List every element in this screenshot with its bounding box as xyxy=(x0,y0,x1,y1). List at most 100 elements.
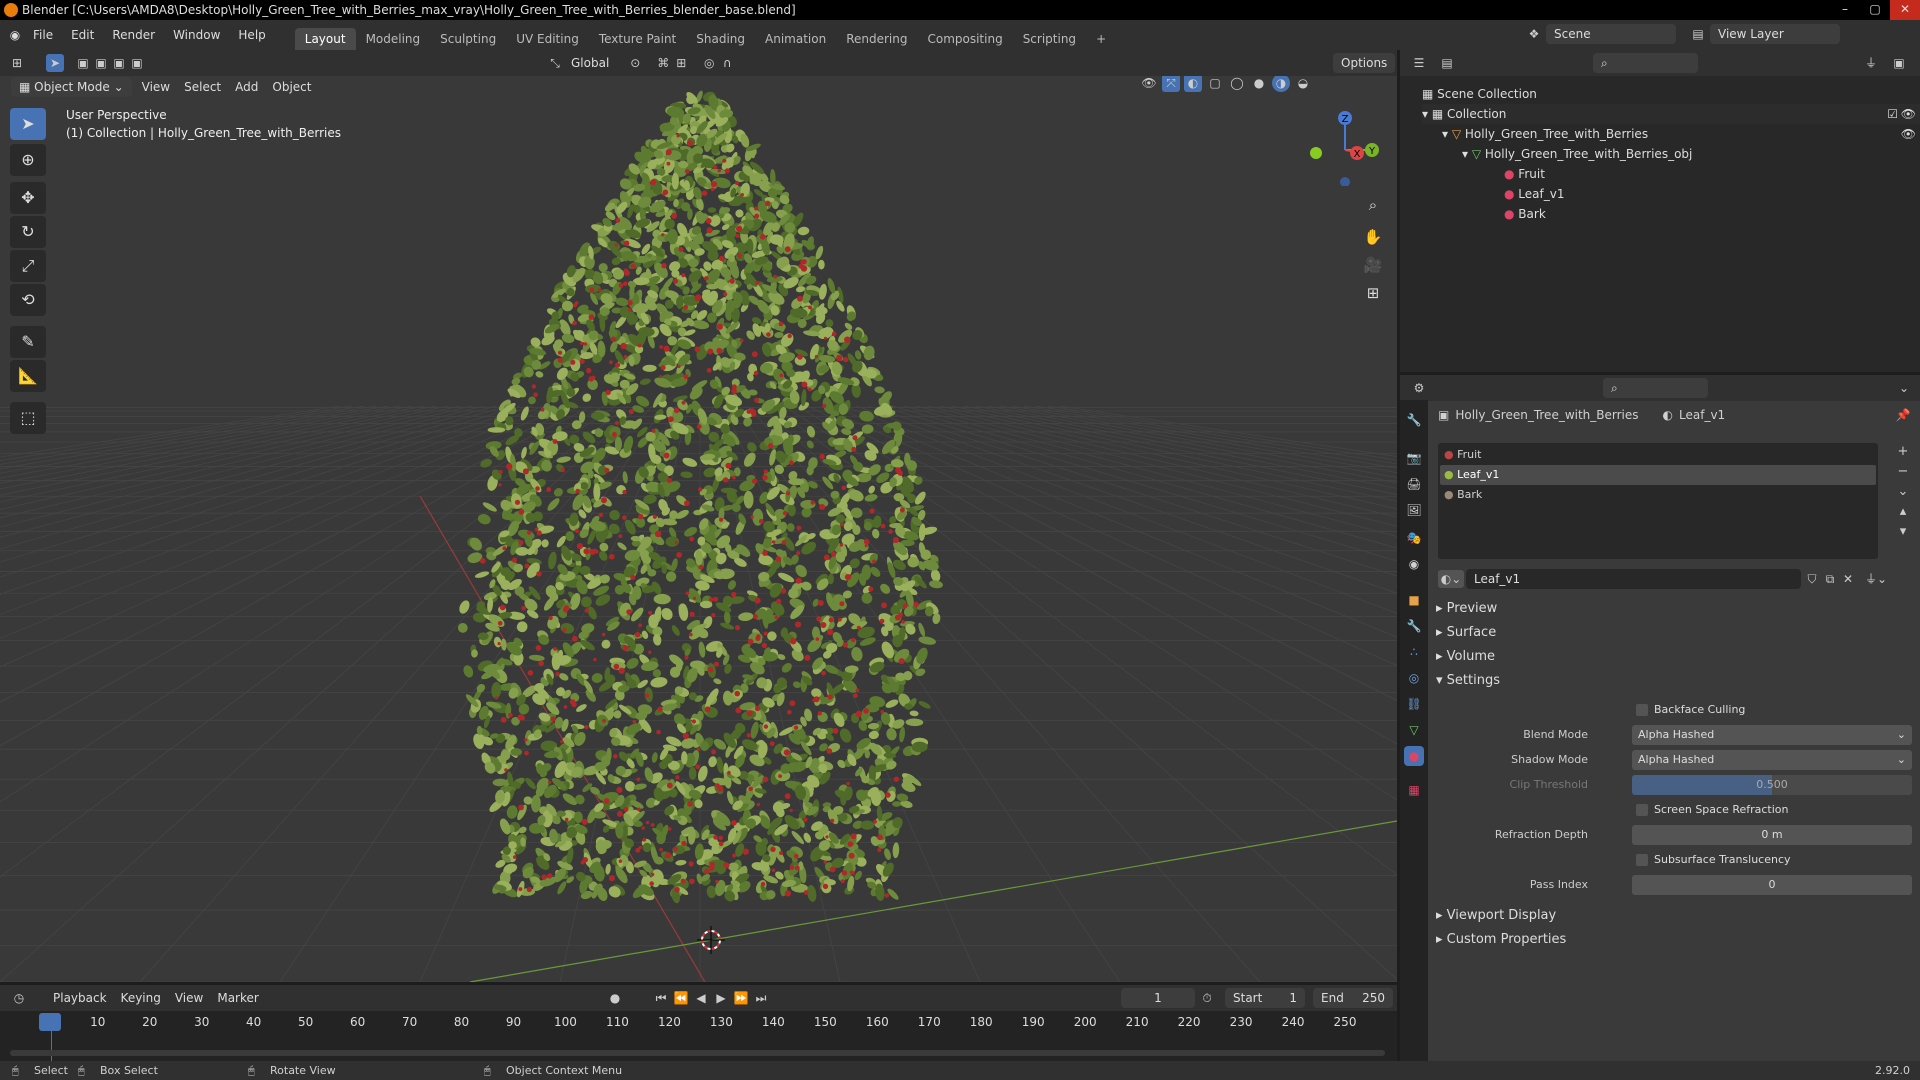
options-dropdown[interactable]: Options xyxy=(1333,53,1396,73)
modifier-tab-icon[interactable]: 🔧 xyxy=(1404,616,1424,636)
panel-surface[interactable]: ▸ Surface xyxy=(1436,622,1496,644)
view-layer-selector[interactable]: View Layer xyxy=(1710,24,1840,44)
add-workspace-button[interactable]: + xyxy=(1086,28,1116,50)
timeline-menu-keying[interactable]: Keying xyxy=(114,988,168,1008)
camera-view-icon[interactable]: 🎥 xyxy=(1360,252,1386,278)
panel-custom-properties[interactable]: ▸ Custom Properties xyxy=(1436,929,1566,951)
object-visibility-icon[interactable]: 👁 xyxy=(1901,124,1916,144)
slot-specials-icon[interactable]: ⌄ xyxy=(1894,483,1912,501)
viewport-menu-select[interactable]: Select xyxy=(177,77,228,97)
tab-compositing[interactable]: Compositing xyxy=(917,28,1012,50)
pivot-point-icon[interactable]: ⊙ xyxy=(626,54,644,72)
remove-slot-icon[interactable]: − xyxy=(1894,463,1912,481)
rotate-tool[interactable]: ↻ xyxy=(10,216,46,248)
ortho-toggle-icon[interactable]: ⊞ xyxy=(1360,280,1386,306)
menu-file[interactable]: File xyxy=(24,20,62,50)
zoom-view-icon[interactable]: ⌕ xyxy=(1360,192,1386,218)
physics-tab-icon[interactable]: ◎ xyxy=(1404,668,1424,688)
prev-keyframe-icon[interactable]: ⏪ xyxy=(672,989,690,1007)
pan-view-icon[interactable]: ✋ xyxy=(1360,224,1386,250)
play-icon[interactable]: ▶ xyxy=(712,989,730,1007)
tab-texture-paint[interactable]: Texture Paint xyxy=(589,28,686,50)
add-cube-tool[interactable]: ⬚ xyxy=(10,402,46,434)
rendered-shading-icon[interactable]: ◒ xyxy=(1294,76,1312,92)
pin-icon[interactable]: 📌 xyxy=(1894,406,1912,424)
properties-editor-icon[interactable]: ⚙ xyxy=(1410,379,1428,397)
proportional-edit-icon[interactable]: ◎ xyxy=(700,54,718,72)
move-tool[interactable]: ✥ xyxy=(10,182,46,214)
properties-search-input[interactable]: ⌕ xyxy=(1603,378,1708,398)
outliner-search-input[interactable]: ⌕ xyxy=(1593,53,1698,73)
navigation-gizmo[interactable]: Z Y X xyxy=(1300,106,1380,186)
timeline-scrollbar[interactable] xyxy=(10,1050,1385,1056)
close-button[interactable]: ✕ xyxy=(1890,0,1920,20)
unlink-material-icon[interactable]: ✕ xyxy=(1839,570,1857,588)
scene-tab-icon[interactable]: 🎭 xyxy=(1404,528,1424,548)
outliner-row-mesh[interactable]: ▾ ▽ Holly_Green_Tree_with_Berries_obj xyxy=(1462,144,1692,164)
selection-mode-subtract-icon[interactable]: ▣ xyxy=(110,54,128,72)
render-tab-icon[interactable]: 📷 xyxy=(1404,448,1424,468)
object-tab-icon[interactable]: ■ xyxy=(1404,590,1424,610)
material-shading-icon[interactable]: ◑ xyxy=(1272,76,1290,92)
preview-range-icon[interactable]: ⏱ xyxy=(1198,989,1216,1007)
maximize-button[interactable]: ▢ xyxy=(1860,0,1890,20)
subsurface-translucency-checkbox[interactable]: Subsurface Translucency xyxy=(1636,850,1791,870)
outliner-row-material-bark[interactable]: ● Bark xyxy=(1504,204,1546,224)
collection-checkbox-icon[interactable]: ☑ xyxy=(1887,104,1898,124)
timeline-editor-icon[interactable]: ◷ xyxy=(10,989,28,1007)
screen-space-refraction-checkbox[interactable]: Screen Space Refraction xyxy=(1636,800,1789,820)
clip-threshold-slider[interactable]: 0.500 xyxy=(1632,775,1912,795)
jump-end-icon[interactable]: ⏭ xyxy=(752,989,770,1007)
outliner-editor-icon[interactable]: ☰ xyxy=(1410,54,1428,72)
add-slot-icon[interactable]: + xyxy=(1894,443,1912,461)
browse-material-icon[interactable]: ◐⌄ xyxy=(1438,570,1464,588)
panel-settings[interactable]: ▾ Settings xyxy=(1436,670,1500,692)
viewport-menu-view[interactable]: View xyxy=(135,77,177,97)
refraction-depth-field[interactable]: 0 m xyxy=(1632,825,1912,845)
select-tool-icon[interactable]: ➤ xyxy=(46,54,64,72)
material-name-field[interactable]: Leaf_v1 xyxy=(1466,569,1801,589)
3d-viewport[interactable]: ▦ Object Mode ⌄ View Select Add Object 👁… xyxy=(0,76,1397,982)
tab-modeling[interactable]: Modeling xyxy=(356,28,431,50)
selection-mode-invert-icon[interactable]: ▣ xyxy=(128,54,146,72)
panel-volume[interactable]: ▸ Volume xyxy=(1436,646,1495,668)
list-item[interactable]: ● Leaf_v1 xyxy=(1440,465,1876,485)
output-tab-icon[interactable]: 🖨 xyxy=(1404,474,1424,494)
collection-visibility-icon[interactable]: 👁 xyxy=(1901,104,1916,124)
duplicate-material-icon[interactable]: ⧉ xyxy=(1821,570,1839,588)
play-reverse-icon[interactable]: ◀ xyxy=(692,989,710,1007)
particles-tab-icon[interactable]: ∴ xyxy=(1404,642,1424,662)
3d-cursor-icon[interactable] xyxy=(697,926,725,954)
gizmo-neg-z[interactable] xyxy=(1340,177,1350,186)
proportional-falloff-icon[interactable]: ∩ xyxy=(718,54,736,72)
tab-scripting[interactable]: Scripting xyxy=(1013,28,1086,50)
outliner-row-collection[interactable]: ▾ ▦ Collection ☑ 👁 xyxy=(1422,104,1920,124)
blender-menu-icon[interactable]: ◉ xyxy=(6,26,24,44)
selection-mode-extend-icon[interactable]: ▣ xyxy=(92,54,110,72)
panel-preview[interactable]: ▸ Preview xyxy=(1436,598,1497,620)
tab-animation[interactable]: Animation xyxy=(755,28,836,50)
node-filter-icon[interactable]: ⏚⌄ xyxy=(1865,570,1887,588)
gizmo-toggle-icon[interactable]: ⤧ xyxy=(1162,76,1180,92)
visibility-icon[interactable]: 👁 xyxy=(1140,76,1158,92)
outliner-row-scene-collection[interactable]: ▦ Scene Collection xyxy=(1422,84,1537,104)
blend-mode-dropdown[interactable]: Alpha Hashed ⌄ xyxy=(1632,725,1912,745)
panel-viewport-display[interactable]: ▸ Viewport Display xyxy=(1436,905,1556,927)
options-chevron-icon[interactable]: ⌄ xyxy=(1895,379,1913,397)
viewport-menu-add[interactable]: Add xyxy=(228,77,265,97)
snap-target-icon[interactable]: ⊞ xyxy=(672,54,690,72)
current-frame-field[interactable]: 1 xyxy=(1121,988,1195,1008)
editor-type-icon[interactable]: ⊞ xyxy=(8,54,26,72)
solid-shading-icon[interactable]: ● xyxy=(1250,76,1268,92)
display-mode-icon[interactable]: ▤ xyxy=(1438,54,1456,72)
menu-window[interactable]: Window xyxy=(164,20,229,50)
playhead[interactable] xyxy=(39,1013,61,1031)
texture-tab-icon[interactable]: ▦ xyxy=(1404,780,1424,800)
cursor-tool[interactable]: ⊕ xyxy=(10,144,46,176)
list-item[interactable]: ● Bark xyxy=(1444,485,1482,505)
select-box-tool[interactable]: ➤ xyxy=(10,108,46,140)
filter-icon[interactable]: ⏚ xyxy=(1862,54,1880,72)
outliner-row-material-fruit[interactable]: ● Fruit xyxy=(1504,164,1545,184)
tab-layout[interactable]: Layout xyxy=(294,28,356,50)
menu-help[interactable]: Help xyxy=(229,20,274,50)
